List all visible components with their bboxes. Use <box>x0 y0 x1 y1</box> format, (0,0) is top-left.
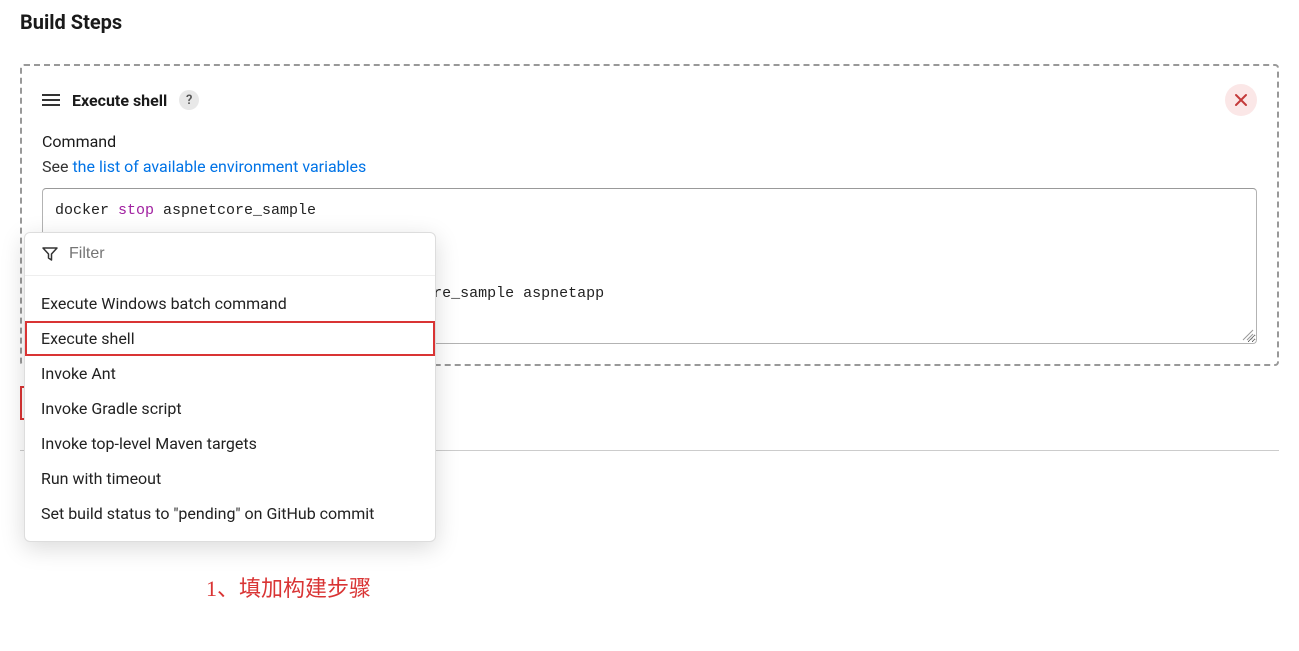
section-title: Build Steps <box>20 10 1279 34</box>
build-step-title: Execute shell <box>72 91 167 110</box>
menu-item[interactable]: Invoke top-level Maven targets <box>25 426 435 461</box>
resize-handle-icon[interactable] <box>1242 329 1254 341</box>
env-vars-link[interactable]: the list of available environment variab… <box>72 157 366 176</box>
close-button[interactable] <box>1225 84 1257 116</box>
menu-item[interactable]: Invoke Gradle script <box>25 391 435 426</box>
build-step-dropdown: Execute Windows batch commandExecute she… <box>24 232 436 542</box>
code-line: docker stop aspnetcore_sample <box>55 197 1244 225</box>
menu-item[interactable]: Execute Windows batch command <box>25 286 435 321</box>
close-icon <box>1234 93 1248 107</box>
menu-item[interactable]: Set build status to "pending" on GitHub … <box>25 496 435 531</box>
menu-list: Execute Windows batch commandExecute she… <box>25 276 435 541</box>
command-hint: See the list of available environment va… <box>42 157 1257 176</box>
menu-item[interactable]: Run with timeout <box>25 461 435 496</box>
annotation-1: 1、填加构建步骤 <box>206 571 371 603</box>
menu-item[interactable]: Invoke Ant <box>25 356 435 391</box>
filter-row <box>25 233 435 276</box>
filter-icon <box>41 245 59 263</box>
drag-handle-icon[interactable] <box>42 94 60 106</box>
filter-input[interactable] <box>69 245 419 263</box>
menu-item[interactable]: Execute shell <box>25 321 435 356</box>
build-step-header: Execute shell ? <box>22 66 1277 126</box>
command-label: Command <box>42 132 1257 151</box>
help-icon[interactable]: ? <box>179 90 199 110</box>
